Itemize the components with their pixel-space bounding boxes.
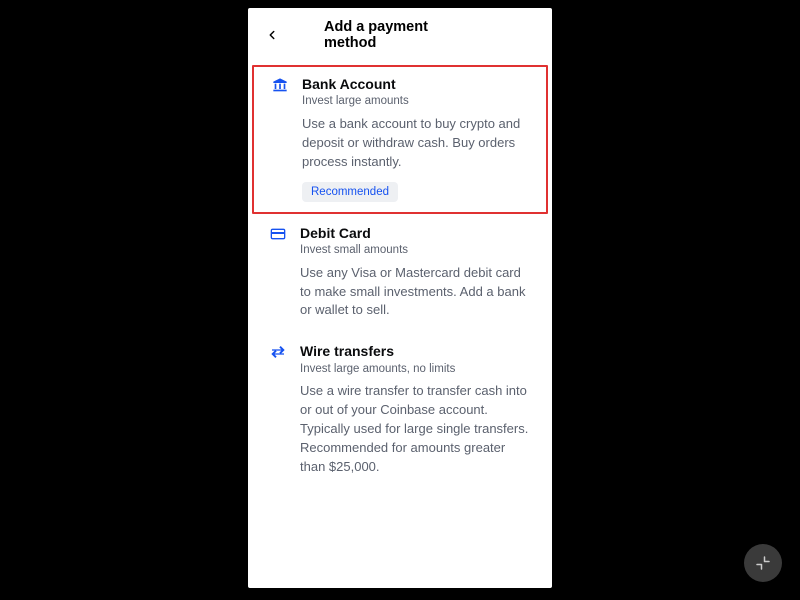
payment-option-debit-card[interactable]: Debit Card Invest small amounts Use any … bbox=[248, 214, 552, 333]
card-icon bbox=[270, 224, 290, 321]
option-title: Wire transfers bbox=[300, 342, 532, 360]
payment-options-list: Bank Account Invest large amounts Use a … bbox=[248, 57, 552, 497]
chevron-left-icon bbox=[265, 28, 279, 42]
option-content: Debit Card Invest small amounts Use any … bbox=[290, 224, 532, 321]
option-subtitle: Invest large amounts, no limits bbox=[300, 362, 532, 377]
option-title: Bank Account bbox=[302, 75, 530, 93]
page-title: Add a payment method bbox=[324, 19, 476, 51]
transfer-icon bbox=[270, 342, 290, 476]
option-description: Use a wire transfer to transfer cash int… bbox=[300, 382, 532, 476]
option-title: Debit Card bbox=[300, 224, 532, 242]
bank-icon bbox=[272, 75, 292, 202]
back-button[interactable] bbox=[260, 23, 284, 47]
header: Add a payment method bbox=[248, 8, 552, 57]
option-content: Wire transfers Invest large amounts, no … bbox=[290, 342, 532, 476]
minimize-fab[interactable] bbox=[744, 544, 782, 582]
option-content: Bank Account Invest large amounts Use a … bbox=[292, 75, 530, 202]
payment-option-wire-transfer[interactable]: Wire transfers Invest large amounts, no … bbox=[248, 332, 552, 488]
option-subtitle: Invest small amounts bbox=[300, 243, 532, 258]
payment-option-bank-account[interactable]: Bank Account Invest large amounts Use a … bbox=[252, 65, 548, 214]
recommended-badge: Recommended bbox=[302, 182, 398, 202]
option-subtitle: Invest large amounts bbox=[302, 94, 530, 109]
option-description: Use any Visa or Mastercard debit card to… bbox=[300, 264, 532, 321]
option-description: Use a bank account to buy crypto and dep… bbox=[302, 115, 530, 172]
payment-method-screen: Add a payment method Bank Account Invest… bbox=[248, 8, 552, 588]
collapse-icon bbox=[754, 554, 772, 572]
